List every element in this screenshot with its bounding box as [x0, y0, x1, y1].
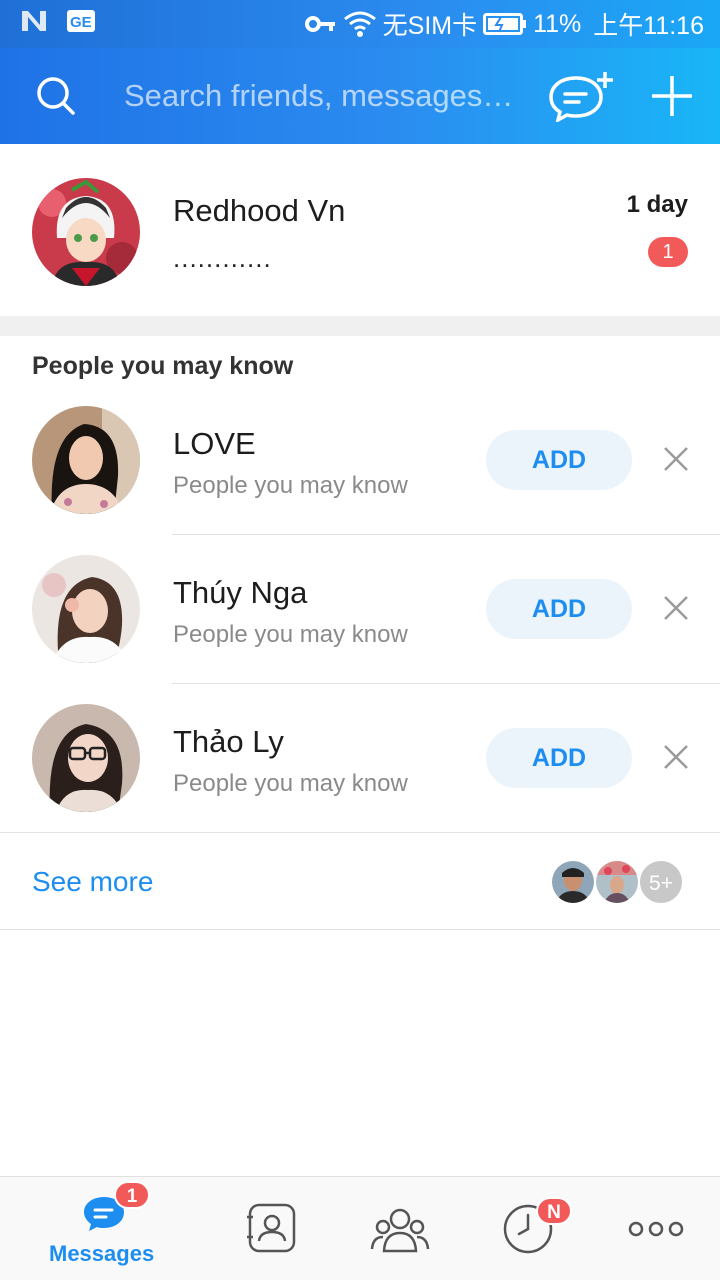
avatar: [32, 406, 140, 514]
person-name: LOVE: [173, 426, 256, 461]
suggestion-item[interactable]: LOVE People you may know ADD: [0, 386, 720, 535]
see-more-link[interactable]: See more: [32, 866, 153, 898]
avatar: [32, 704, 140, 812]
close-icon[interactable]: [662, 594, 690, 627]
unread-badge: 1: [648, 237, 688, 267]
messages-badge: 1: [114, 1181, 150, 1209]
battery-percent: 11%: [533, 9, 582, 38]
contact-name: Redhood Vn: [173, 193, 346, 228]
add-friend-button[interactable]: ADD: [486, 728, 632, 788]
nav-messages[interactable]: 1 Messages: [40, 1177, 170, 1280]
svg-text:GE: GE: [70, 14, 92, 31]
group-icon: [370, 1205, 430, 1258]
status-bar: GE 无SIM卡 11% 上午11:16: [0, 0, 720, 48]
message-preview: ............: [173, 243, 272, 273]
battery-icon: [483, 12, 527, 36]
nav-timeline[interactable]: N: [490, 1177, 590, 1280]
n-notification-icon: [20, 9, 48, 40]
more-count: 5+: [638, 859, 684, 905]
timeline-badge: N: [536, 1197, 572, 1225]
avatar: [550, 859, 596, 905]
section-title: People you may know: [32, 352, 294, 380]
message-time: 1 day: [626, 191, 688, 218]
conversation-item[interactable]: Redhood Vn ............ 1 day 1: [0, 145, 720, 316]
add-friend-button[interactable]: ADD: [486, 430, 632, 490]
person-name: Thảo Ly: [173, 724, 284, 759]
avatar: [32, 555, 140, 663]
nav-groups[interactable]: [360, 1177, 444, 1280]
nav-contacts[interactable]: [230, 1177, 314, 1280]
search-input[interactable]: Search friends, messages…: [124, 78, 519, 114]
see-more-row[interactable]: See more 5+: [0, 832, 720, 930]
close-icon[interactable]: [662, 445, 690, 478]
nav-more[interactable]: [620, 1177, 700, 1280]
person-subtitle: People you may know: [173, 770, 408, 797]
person-subtitle: People you may know: [173, 472, 408, 499]
wifi-icon: [343, 10, 377, 38]
mini-avatar-stack: 5+: [550, 859, 684, 905]
bottom-nav: 1 Messages N: [0, 1176, 720, 1280]
plus-icon[interactable]: [650, 74, 694, 123]
close-icon[interactable]: [662, 743, 690, 776]
search-icon[interactable]: [36, 76, 76, 121]
add-friend-button[interactable]: ADD: [486, 579, 632, 639]
person-subtitle: People you may know: [173, 621, 408, 648]
app-header: Search friends, messages…: [0, 48, 720, 144]
new-group-chat-icon[interactable]: [548, 70, 616, 127]
sim-status: 无SIM卡: [382, 12, 478, 40]
section-divider: [0, 316, 720, 336]
avatar: [594, 859, 640, 905]
app-notification-icon: GE: [66, 9, 96, 40]
vpn-key-icon: [304, 14, 337, 34]
nav-messages-label: Messages: [49, 1241, 155, 1266]
clock: 上午11:16: [593, 12, 704, 40]
suggestion-item[interactable]: Thảo Ly People you may know ADD: [0, 684, 720, 833]
person-name: Thúy Nga: [173, 575, 308, 610]
suggestion-item[interactable]: Thúy Nga People you may know ADD: [0, 535, 720, 684]
avatar: [32, 178, 140, 286]
contacts-icon: [246, 1203, 298, 1258]
more-icon: [628, 1219, 684, 1244]
